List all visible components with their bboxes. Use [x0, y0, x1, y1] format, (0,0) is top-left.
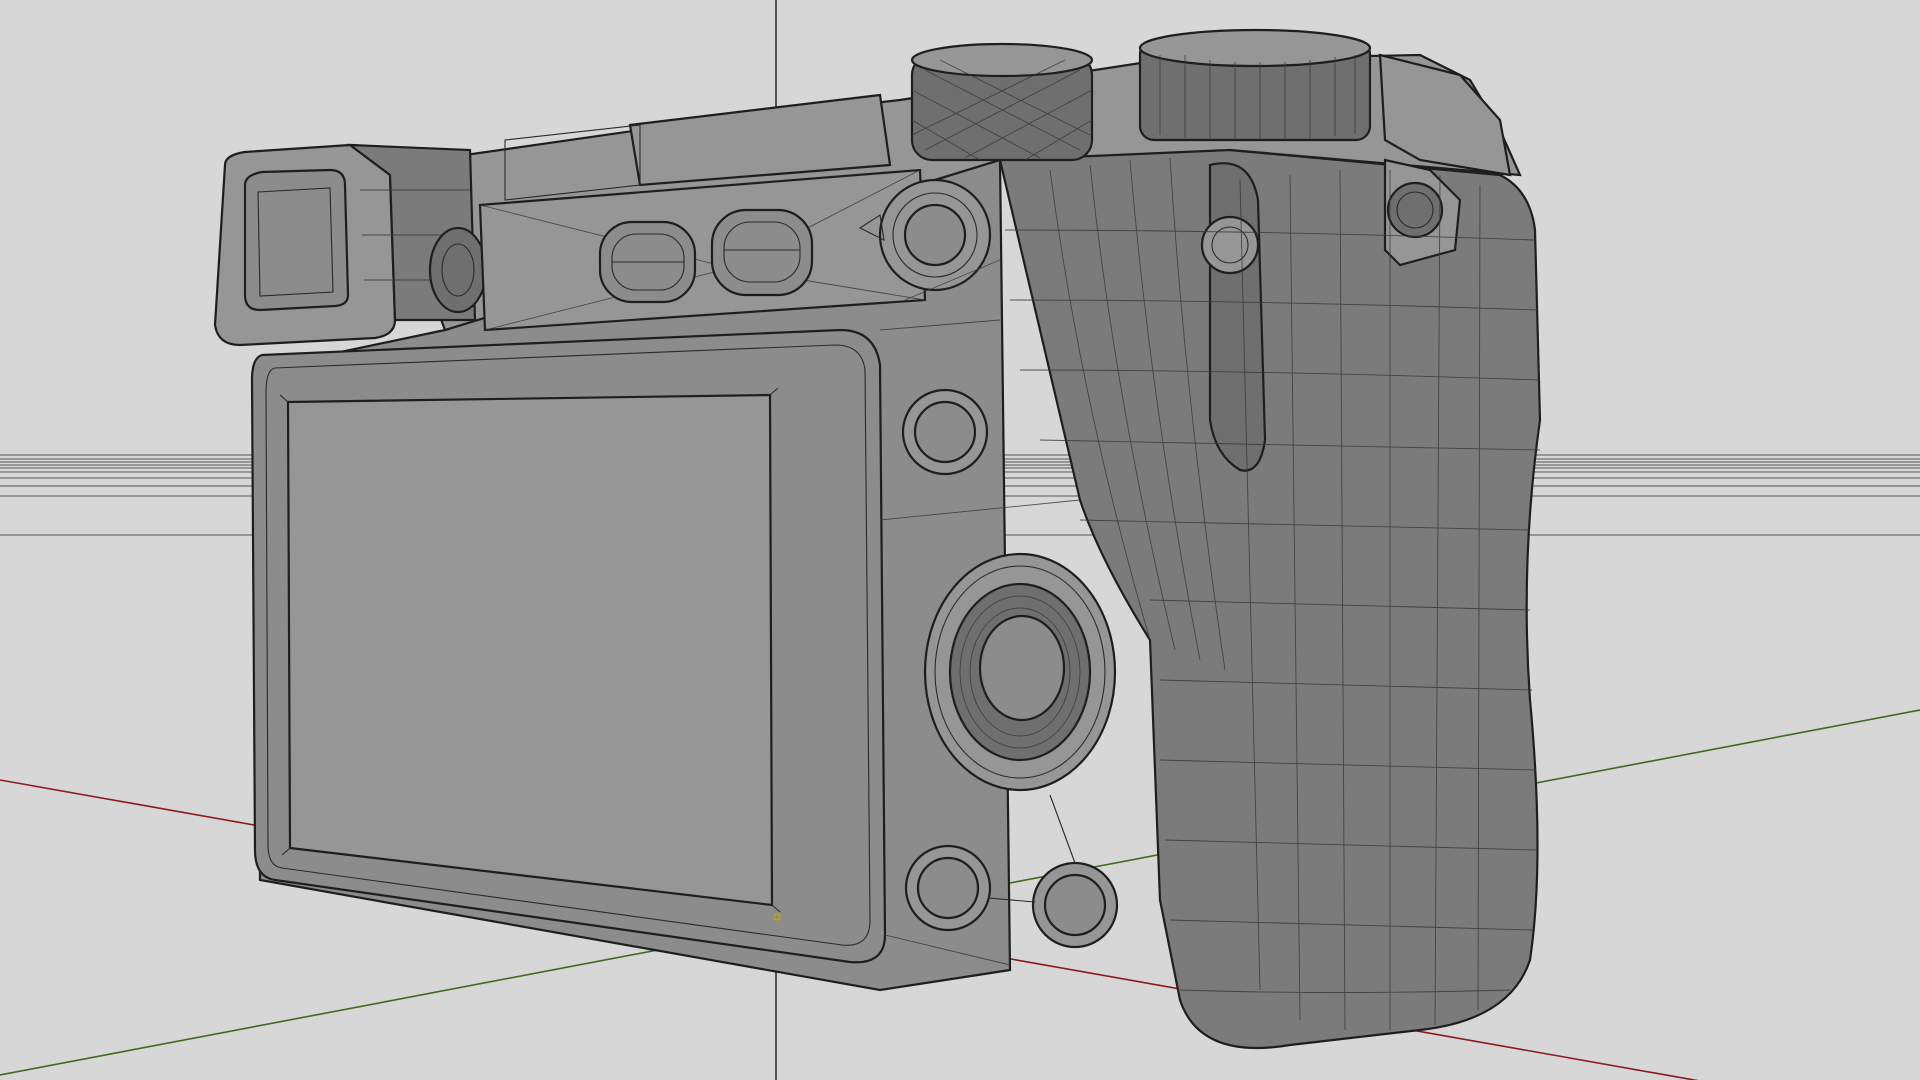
control-wheel[interactable] — [923, 552, 1117, 792]
lcd-display — [286, 393, 774, 907]
diopter-dial[interactable] — [428, 226, 488, 314]
c1-button[interactable] — [598, 220, 697, 304]
menu-button[interactable] — [901, 388, 989, 476]
card-door — [1208, 162, 1267, 472]
ael-button[interactable] — [878, 178, 992, 292]
3d-viewport[interactable] — [0, 0, 1920, 1080]
lcd-screen[interactable] — [250, 328, 887, 964]
camera-model[interactable] — [213, 28, 1542, 1050]
c2-button[interactable] — [710, 208, 814, 297]
viewport-canvas[interactable] — [0, 0, 1920, 1080]
playback-button[interactable] — [904, 844, 992, 932]
delete-button[interactable] — [1031, 861, 1119, 949]
strap-eyelet — [1200, 215, 1260, 275]
center-button[interactable] — [978, 614, 1066, 722]
exposure-dial[interactable] — [1138, 28, 1372, 142]
mode-dial[interactable] — [910, 42, 1094, 162]
